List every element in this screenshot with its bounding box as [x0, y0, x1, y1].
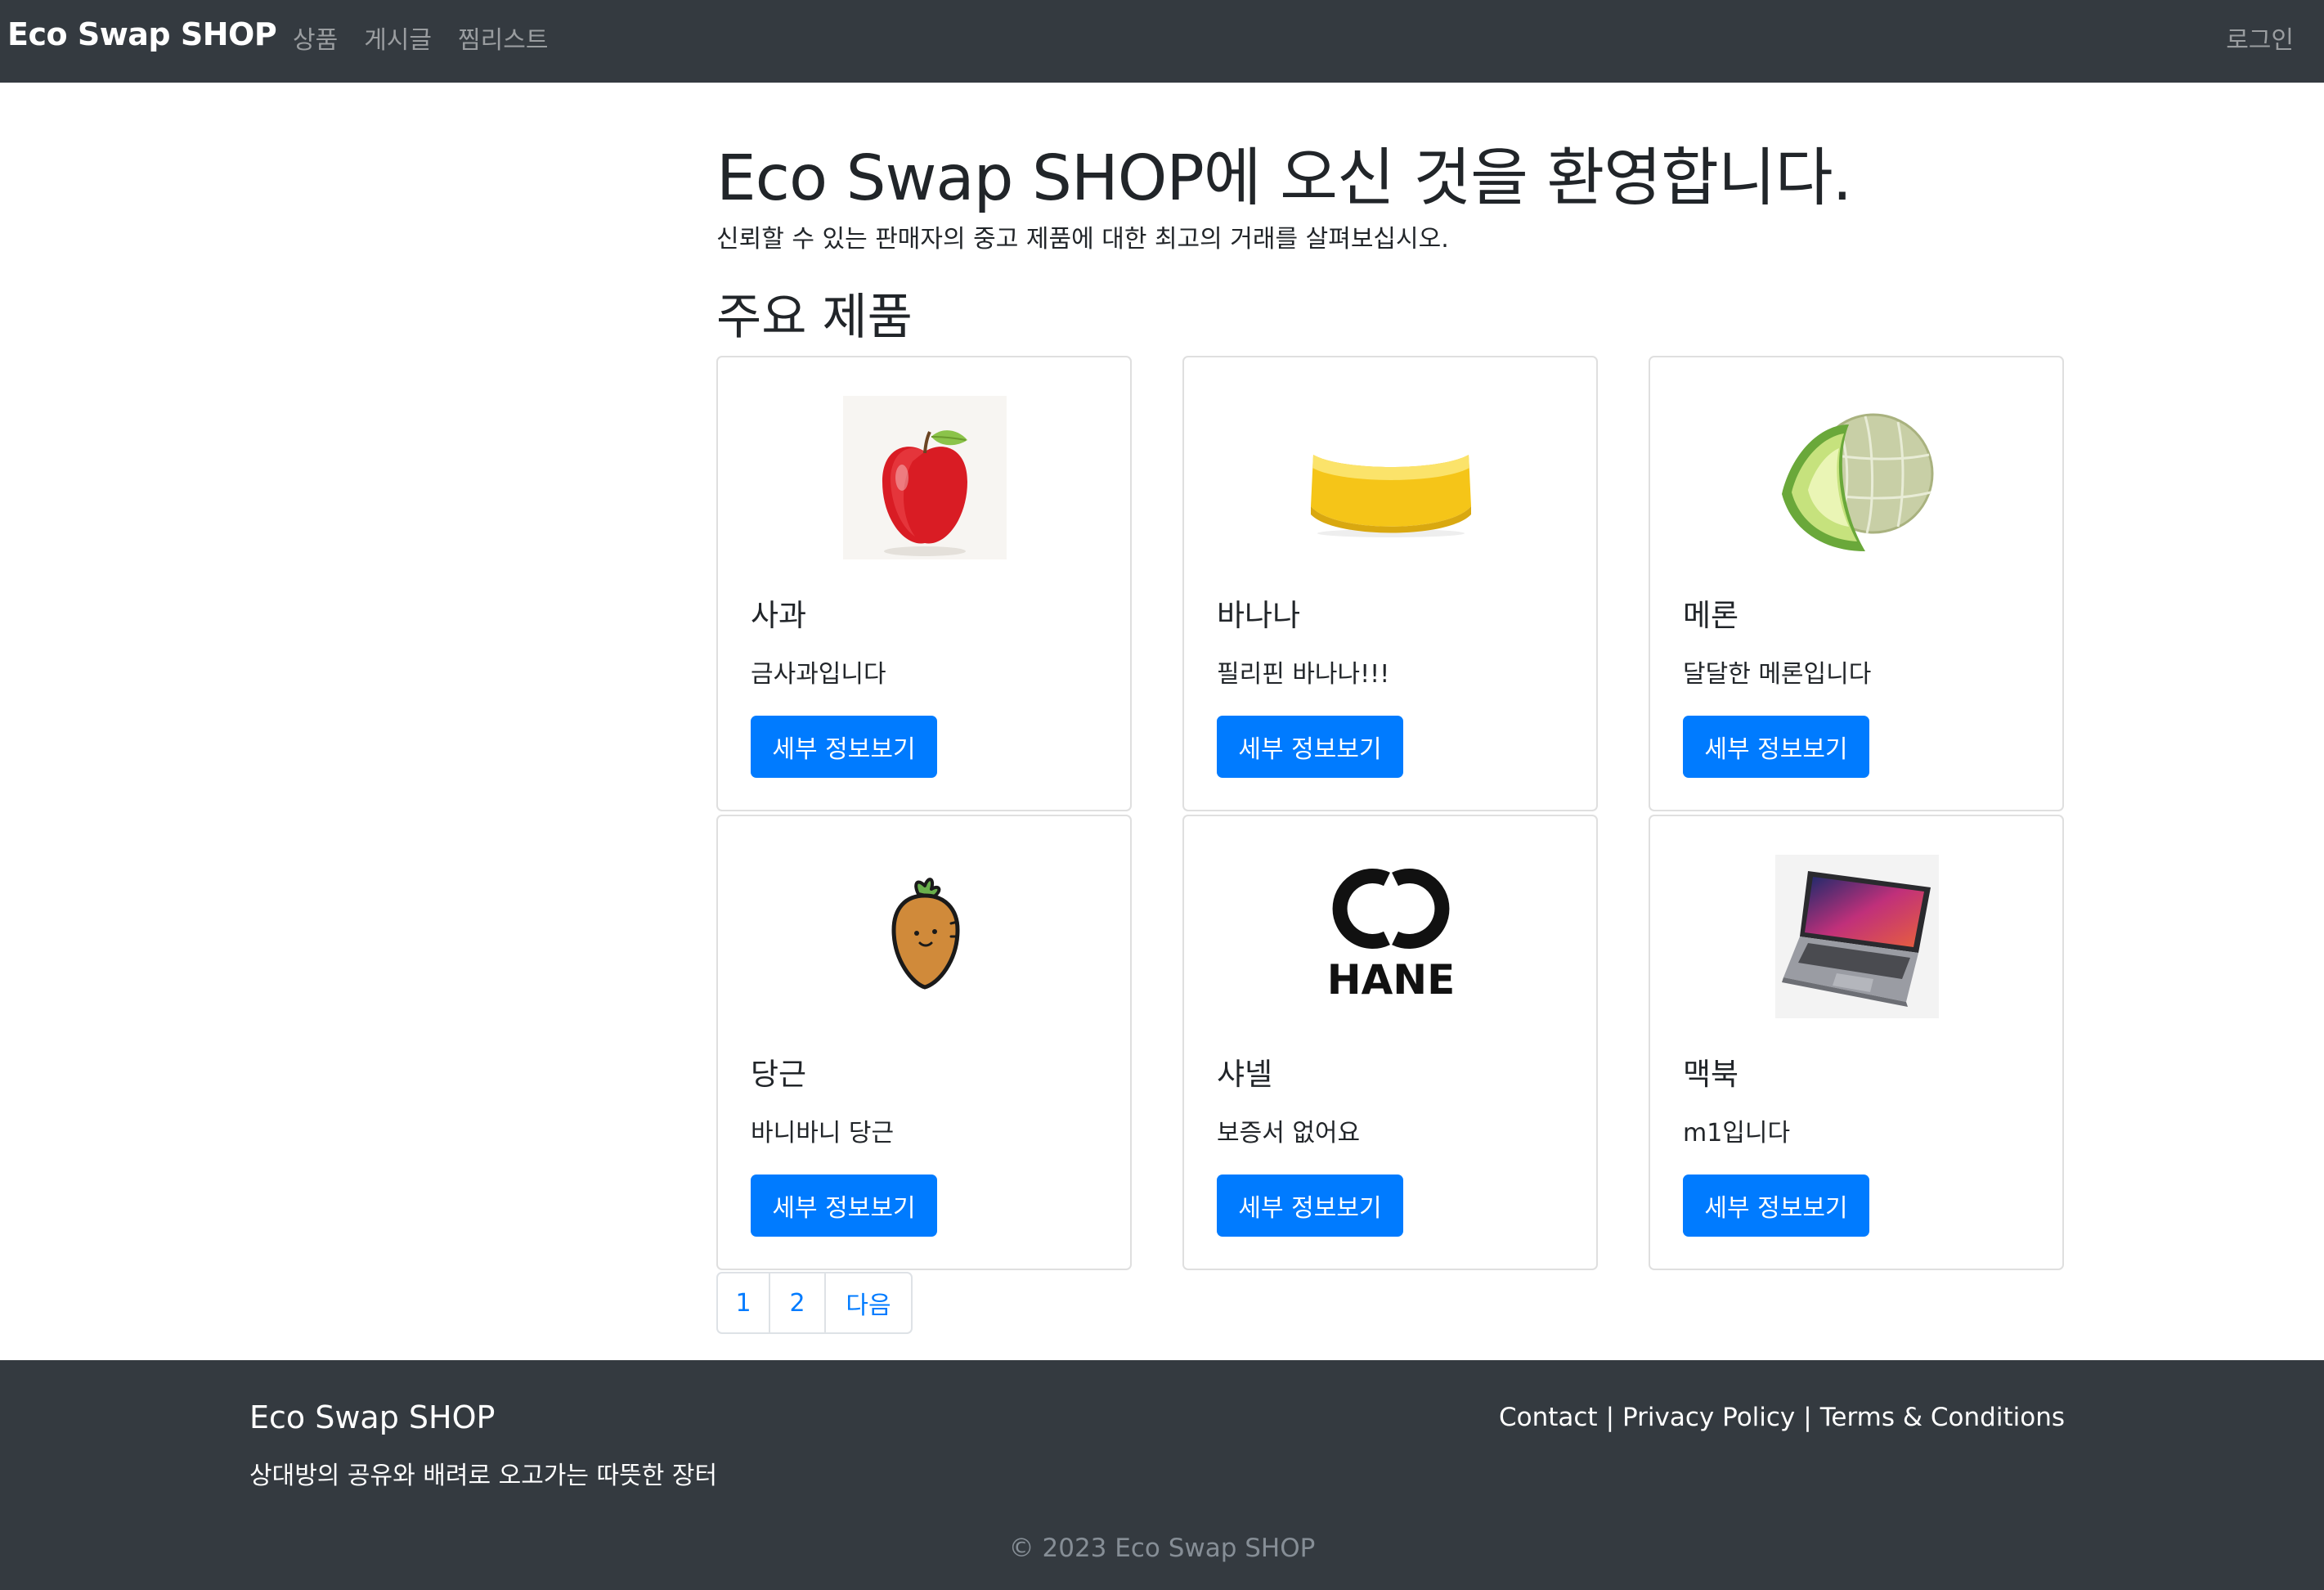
footer-links: Contact | Privacy Policy | Terms & Condi… — [1499, 1403, 2065, 1432]
product-name: 메론 — [1683, 598, 1739, 633]
product-card: 메론 달달한 메론입니다 세부 정보보기 — [1649, 356, 2064, 811]
product-description: m1입니다 — [1683, 1119, 1791, 1148]
product-card: 바나나 필리핀 바나나!!! 세부 정보보기 — [1182, 356, 1598, 811]
footer-copyright: © 2023 Eco Swap SHOP — [1008, 1534, 1316, 1563]
login-link[interactable]: 로그인 — [2226, 20, 2294, 56]
footer-link-contact[interactable]: Contact — [1499, 1403, 1598, 1432]
view-details-button[interactable]: 세부 정보보기 — [1683, 1175, 1869, 1237]
view-details-button[interactable]: 세부 정보보기 — [751, 1175, 937, 1237]
footer: Eco Swap SHOP 상대방의 공유와 배려로 오고가는 따뜻한 장터 C… — [0, 1360, 2324, 1590]
hero-subtitle: 신뢰할 수 있는 판매자의 중고 제품에 대한 최고의 거래를 살펴보십시오. — [716, 225, 1449, 254]
footer-brand: Eco Swap SHOP — [249, 1399, 496, 1435]
product-name: 바나나 — [1217, 598, 1301, 633]
nav-links: 상품 게시글 찜리스트 — [293, 20, 574, 56]
product-name: 당근 — [751, 1057, 807, 1092]
product-description: 필리핀 바나나!!! — [1217, 660, 1390, 689]
footer-separator: | — [1803, 1403, 1812, 1432]
page-2-link[interactable]: 2 — [770, 1273, 826, 1332]
product-description: 금사과입니다 — [751, 660, 886, 689]
view-details-button[interactable]: 세부 정보보기 — [1217, 1175, 1403, 1237]
footer-separator: | — [1605, 1403, 1615, 1432]
top-navbar: Eco Swap SHOP 상품 게시글 찜리스트 로그인 — [0, 0, 2324, 83]
pagination: 1 2 다음 — [716, 1272, 913, 1334]
view-details-button[interactable]: 세부 정보보기 — [751, 716, 937, 778]
nav-link-posts[interactable]: 게시글 — [364, 20, 432, 56]
next-page-link[interactable]: 다음 — [826, 1273, 911, 1332]
page-1-link[interactable]: 1 — [718, 1273, 770, 1332]
nav-link-wishlist[interactable]: 찜리스트 — [458, 20, 548, 56]
chanel-logo-text: HANE — [1327, 956, 1456, 1004]
view-details-button[interactable]: 세부 정보보기 — [1217, 716, 1403, 778]
product-description: 보증서 없어요 — [1217, 1119, 1361, 1148]
product-name: 샤넬 — [1217, 1057, 1273, 1092]
footer-link-privacy[interactable]: Privacy Policy — [1622, 1403, 1795, 1432]
hero-title: Eco Swap SHOP에 오신 것을 환영합니다. — [716, 142, 1852, 215]
product-name: 맥북 — [1683, 1057, 1739, 1092]
footer-link-terms[interactable]: Terms & Conditions — [1820, 1403, 2065, 1432]
melon-icon — [1775, 396, 1939, 559]
product-name: 사과 — [751, 598, 807, 633]
footer-tagline: 상대방의 공유와 배려로 오고가는 따뜻한 장터 — [249, 1462, 718, 1490]
nav-link-products[interactable]: 상품 — [293, 20, 338, 56]
product-card: 당근 바니바니 당근 세부 정보보기 — [716, 815, 1132, 1270]
banana-icon — [1309, 396, 1473, 559]
section-title: 주요 제품 — [716, 289, 913, 346]
product-card: 사과 금사과입니다 세부 정보보기 — [716, 356, 1132, 811]
product-description: 바니바니 당근 — [751, 1119, 895, 1148]
product-description: 달달한 메론입니다 — [1683, 660, 1872, 689]
view-details-button[interactable]: 세부 정보보기 — [1683, 716, 1869, 778]
laptop-icon — [1775, 855, 1939, 1018]
product-card: 맥북 m1입니다 세부 정보보기 — [1649, 815, 2064, 1270]
product-card: HANE 샤넬 보증서 없어요 세부 정보보기 — [1182, 815, 1598, 1270]
apple-icon — [843, 396, 1007, 559]
navbar-brand[interactable]: Eco Swap SHOP — [7, 16, 277, 52]
chanel-logo-icon: HANE — [1309, 855, 1473, 1018]
carrot-icon — [843, 855, 1007, 1018]
